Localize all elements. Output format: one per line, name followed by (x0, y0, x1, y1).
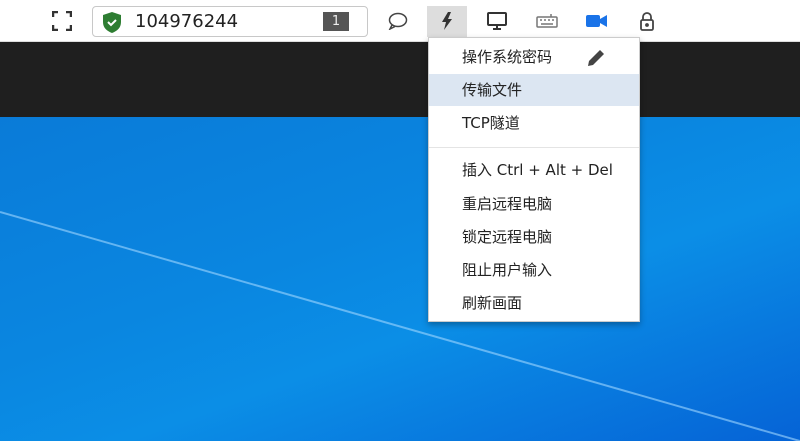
menu-item-label: 阻止用户输入 (462, 261, 553, 279)
menu-item-label: 刷新画面 (462, 294, 523, 312)
keyboard-icon[interactable] (534, 10, 560, 32)
menu-item-restart[interactable]: 重启远程电脑 (429, 188, 639, 220)
menu-item-os-password[interactable]: 操作系统密码 (429, 41, 639, 73)
menu-item-label: 操作系统密码 (462, 48, 553, 66)
menu-item-refresh[interactable]: 刷新画面 (429, 287, 639, 319)
pencil-icon[interactable] (585, 47, 607, 69)
menu-item-lock[interactable]: 锁定远程电脑 (429, 221, 639, 253)
shield-check-icon (101, 11, 123, 33)
lock-icon[interactable] (636, 10, 658, 32)
menu-item-label: 锁定远程电脑 (462, 228, 553, 246)
count-badge: 1 (323, 12, 349, 31)
menu-item-label: TCP隧道 (462, 114, 520, 132)
session-id-field[interactable]: 104976244 1 (92, 6, 368, 37)
remote-desktop[interactable] (0, 117, 800, 441)
wallpaper-light-streak (0, 211, 800, 441)
menu-item-label: 插入 Ctrl + Alt + Del (462, 161, 613, 179)
fullscreen-icon[interactable] (50, 10, 74, 32)
flash-icon[interactable] (437, 10, 457, 32)
chat-icon[interactable] (386, 10, 410, 32)
menu-divider (429, 147, 639, 148)
menu-item-ctrl-alt-del[interactable]: 插入 Ctrl + Alt + Del (429, 154, 639, 186)
video-camera-icon[interactable] (584, 10, 610, 32)
menu-item-label: 传输文件 (462, 81, 523, 99)
remote-titlebar (0, 42, 800, 117)
menu-item-tcp-tunnel[interactable]: TCP隧道 (429, 107, 639, 139)
menu-item-transfer-file[interactable]: 传输文件 (429, 74, 639, 106)
actions-menu: 操作系统密码 传输文件 TCP隧道 插入 Ctrl + Alt + Del 重启… (428, 37, 640, 322)
menu-item-label: 重启远程电脑 (462, 195, 553, 213)
toolbar: 104976244 1 (0, 0, 800, 42)
session-id: 104976244 (135, 11, 239, 32)
monitor-icon[interactable] (484, 10, 510, 32)
menu-item-block-input[interactable]: 阻止用户输入 (429, 254, 639, 286)
